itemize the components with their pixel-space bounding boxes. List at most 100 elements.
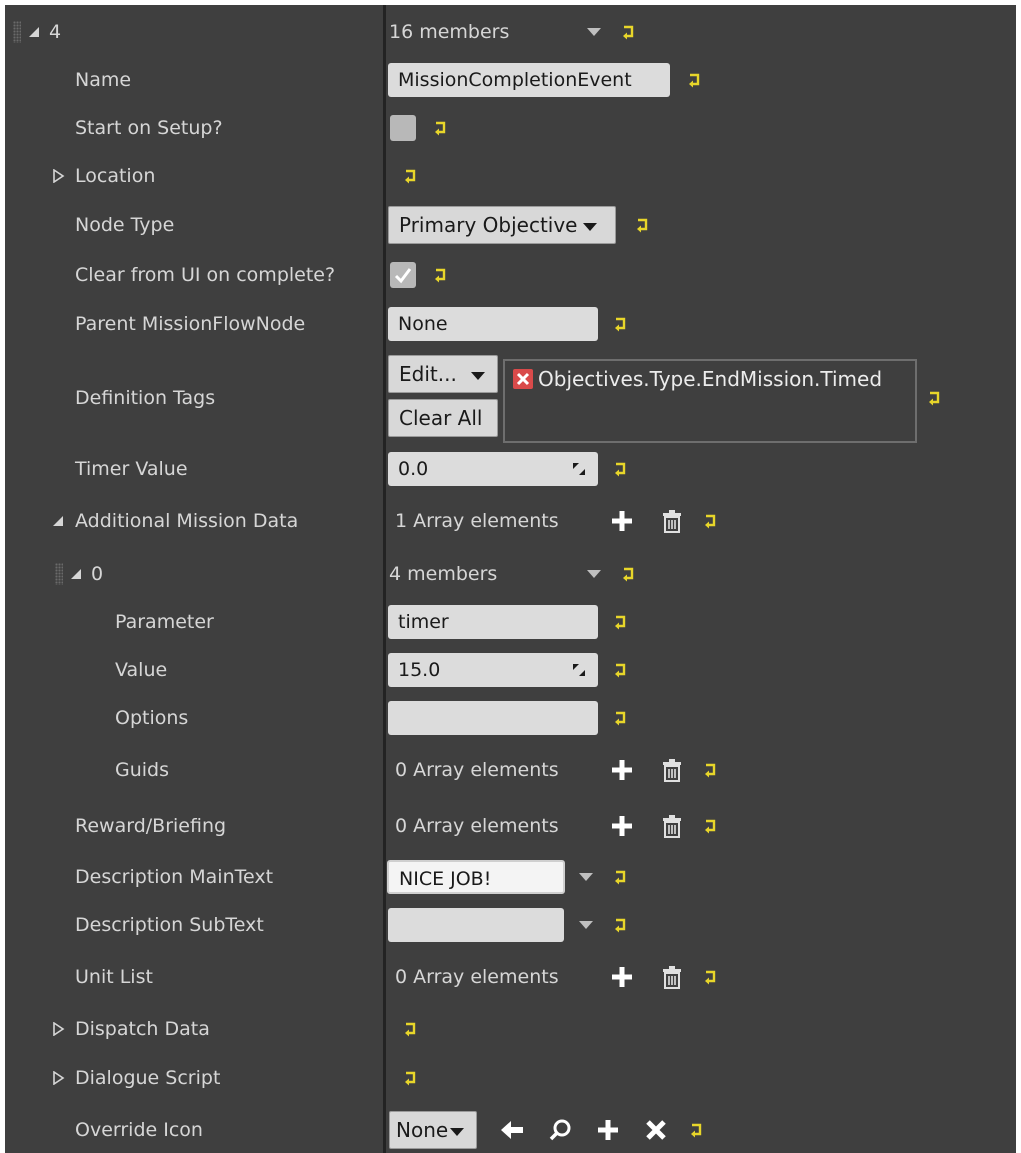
plus-icon[interactable] <box>595 1117 621 1143</box>
reset-to-default-icon[interactable] <box>927 390 943 406</box>
reset-to-default-icon[interactable] <box>403 1070 419 1086</box>
trash-icon[interactable] <box>659 964 685 990</box>
node-type-dropdown[interactable]: Primary Objective <box>388 206 616 244</box>
description-maintext-field[interactable]: NICE JOB! <box>387 860 565 894</box>
element-index: 4 <box>49 21 62 43</box>
plus-icon[interactable] <box>609 508 635 534</box>
reward-briefing-label: Reward/Briefing <box>75 815 227 837</box>
expand-triangle-icon[interactable] <box>51 169 65 183</box>
options-field[interactable] <box>388 701 598 735</box>
dispatch-data-label: Dispatch Data <box>75 1018 210 1040</box>
reset-to-default-icon[interactable] <box>703 969 719 985</box>
definition-tags-label: Definition Tags <box>75 387 216 409</box>
member-count: 16 members <box>389 21 510 43</box>
chevron-down-icon <box>583 222 598 231</box>
reset-to-default-icon[interactable] <box>433 120 449 136</box>
edit-tags-label: Edit... <box>399 362 457 386</box>
chevron-down-icon[interactable] <box>587 570 601 578</box>
reset-to-default-icon[interactable] <box>687 72 703 88</box>
value-field[interactable]: 15.0 <box>388 653 598 687</box>
search-icon[interactable] <box>547 1117 573 1143</box>
row-element-4: 4 16 members <box>5 12 1016 52</box>
edit-tags-button[interactable]: Edit... <box>388 355 498 393</box>
row-parameter: Parameter timer <box>5 602 1016 642</box>
start-on-setup-checkbox[interactable] <box>390 115 416 141</box>
reset-to-default-icon[interactable] <box>621 566 637 582</box>
collapse-triangle-icon[interactable] <box>69 567 83 581</box>
trash-icon[interactable] <box>659 508 685 534</box>
reset-to-default-icon[interactable] <box>613 662 629 678</box>
description-maintext-label: Description MainText <box>75 866 274 888</box>
reset-to-default-icon[interactable] <box>689 1122 705 1138</box>
arrow-left-icon[interactable] <box>499 1117 525 1143</box>
row-parent-node: Parent MissionFlowNode None <box>5 304 1016 344</box>
row-description-subtext: Description SubText <box>5 905 1016 945</box>
reset-to-default-icon[interactable] <box>403 1021 419 1037</box>
reset-to-default-icon[interactable] <box>613 917 629 933</box>
expand-triangle-icon[interactable] <box>51 1022 65 1036</box>
remove-tag-icon[interactable] <box>513 369 533 389</box>
description-subtext-field[interactable] <box>388 908 564 942</box>
override-icon-value: None <box>396 1118 449 1142</box>
reset-to-default-icon[interactable] <box>613 869 629 885</box>
close-icon[interactable] <box>643 1117 669 1143</box>
parameter-field[interactable]: timer <box>388 605 598 639</box>
row-clear-from-ui: Clear from UI on complete? <box>5 255 1016 295</box>
reset-to-default-icon[interactable] <box>433 267 449 283</box>
reset-to-default-icon[interactable] <box>703 762 719 778</box>
plus-icon[interactable] <box>609 757 635 783</box>
clear-from-ui-checkbox[interactable] <box>390 262 416 288</box>
spin-arrows-icon[interactable] <box>572 462 586 476</box>
reset-to-default-icon[interactable] <box>403 168 419 184</box>
chevron-down-icon <box>450 1127 465 1136</box>
reset-to-default-icon[interactable] <box>613 710 629 726</box>
member-count: 4 members <box>389 563 498 585</box>
drag-handle-icon[interactable] <box>13 21 21 43</box>
reset-to-default-icon[interactable] <box>635 217 651 233</box>
timer-value-label: Timer Value <box>75 458 188 480</box>
spin-arrows-icon[interactable] <box>572 663 586 677</box>
row-reward-briefing: Reward/Briefing 0 Array elements <box>5 806 1016 846</box>
override-icon-dropdown[interactable]: None <box>389 1111 477 1149</box>
parent-node-field[interactable]: None <box>388 307 598 341</box>
value-label: Value <box>115 659 168 681</box>
reset-to-default-icon[interactable] <box>703 818 719 834</box>
plus-icon[interactable] <box>609 813 635 839</box>
plus-icon[interactable] <box>609 964 635 990</box>
collapse-triangle-icon[interactable] <box>27 25 41 39</box>
timer-value-text: 0.0 <box>398 458 429 480</box>
reset-to-default-icon[interactable] <box>703 513 719 529</box>
trash-icon[interactable] <box>659 813 685 839</box>
row-override-icon: Override Icon None <box>5 1109 1016 1151</box>
trash-icon[interactable] <box>659 757 685 783</box>
row-dispatch-data: Dispatch Data <box>5 1009 1016 1049</box>
override-icon-label: Override Icon <box>75 1119 203 1141</box>
clear-from-ui-label: Clear from UI on complete? <box>75 264 336 286</box>
checkmark-icon <box>394 268 412 284</box>
tag-text: Objectives.Type.EndMission.Timed <box>538 367 883 391</box>
chevron-down-icon <box>470 371 485 380</box>
expand-triangle-icon[interactable] <box>51 1071 65 1085</box>
reset-to-default-icon[interactable] <box>613 316 629 332</box>
tag-list: Objectives.Type.EndMission.Timed <box>503 359 917 443</box>
row-description-maintext: Description MainText NICE JOB! <box>5 857 1016 897</box>
collapse-triangle-icon[interactable] <box>51 514 65 528</box>
row-dialogue-script: Dialogue Script <box>5 1058 1016 1098</box>
chevron-down-icon[interactable] <box>587 28 601 36</box>
reset-to-default-icon[interactable] <box>613 461 629 477</box>
row-timer-value: Timer Value 0.0 <box>5 449 1016 489</box>
row-guids: Guids 0 Array elements <box>5 750 1016 790</box>
array-count: 1 Array elements <box>395 510 559 532</box>
name-field[interactable]: MissionCompletionEvent <box>388 63 670 97</box>
reset-to-default-icon[interactable] <box>613 614 629 630</box>
clear-all-tags-button[interactable]: Clear All <box>388 399 498 437</box>
chevron-down-icon[interactable] <box>579 873 593 881</box>
drag-handle-icon[interactable] <box>55 563 63 585</box>
chevron-down-icon[interactable] <box>579 921 593 929</box>
start-on-setup-label: Start on Setup? <box>75 117 223 139</box>
timer-value-field[interactable]: 0.0 <box>388 452 598 486</box>
node-type-label: Node Type <box>75 214 175 236</box>
node-type-value: Primary Objective <box>399 213 578 237</box>
reset-to-default-icon[interactable] <box>621 24 637 40</box>
row-node-type: Node Type Primary Objective <box>5 204 1016 246</box>
